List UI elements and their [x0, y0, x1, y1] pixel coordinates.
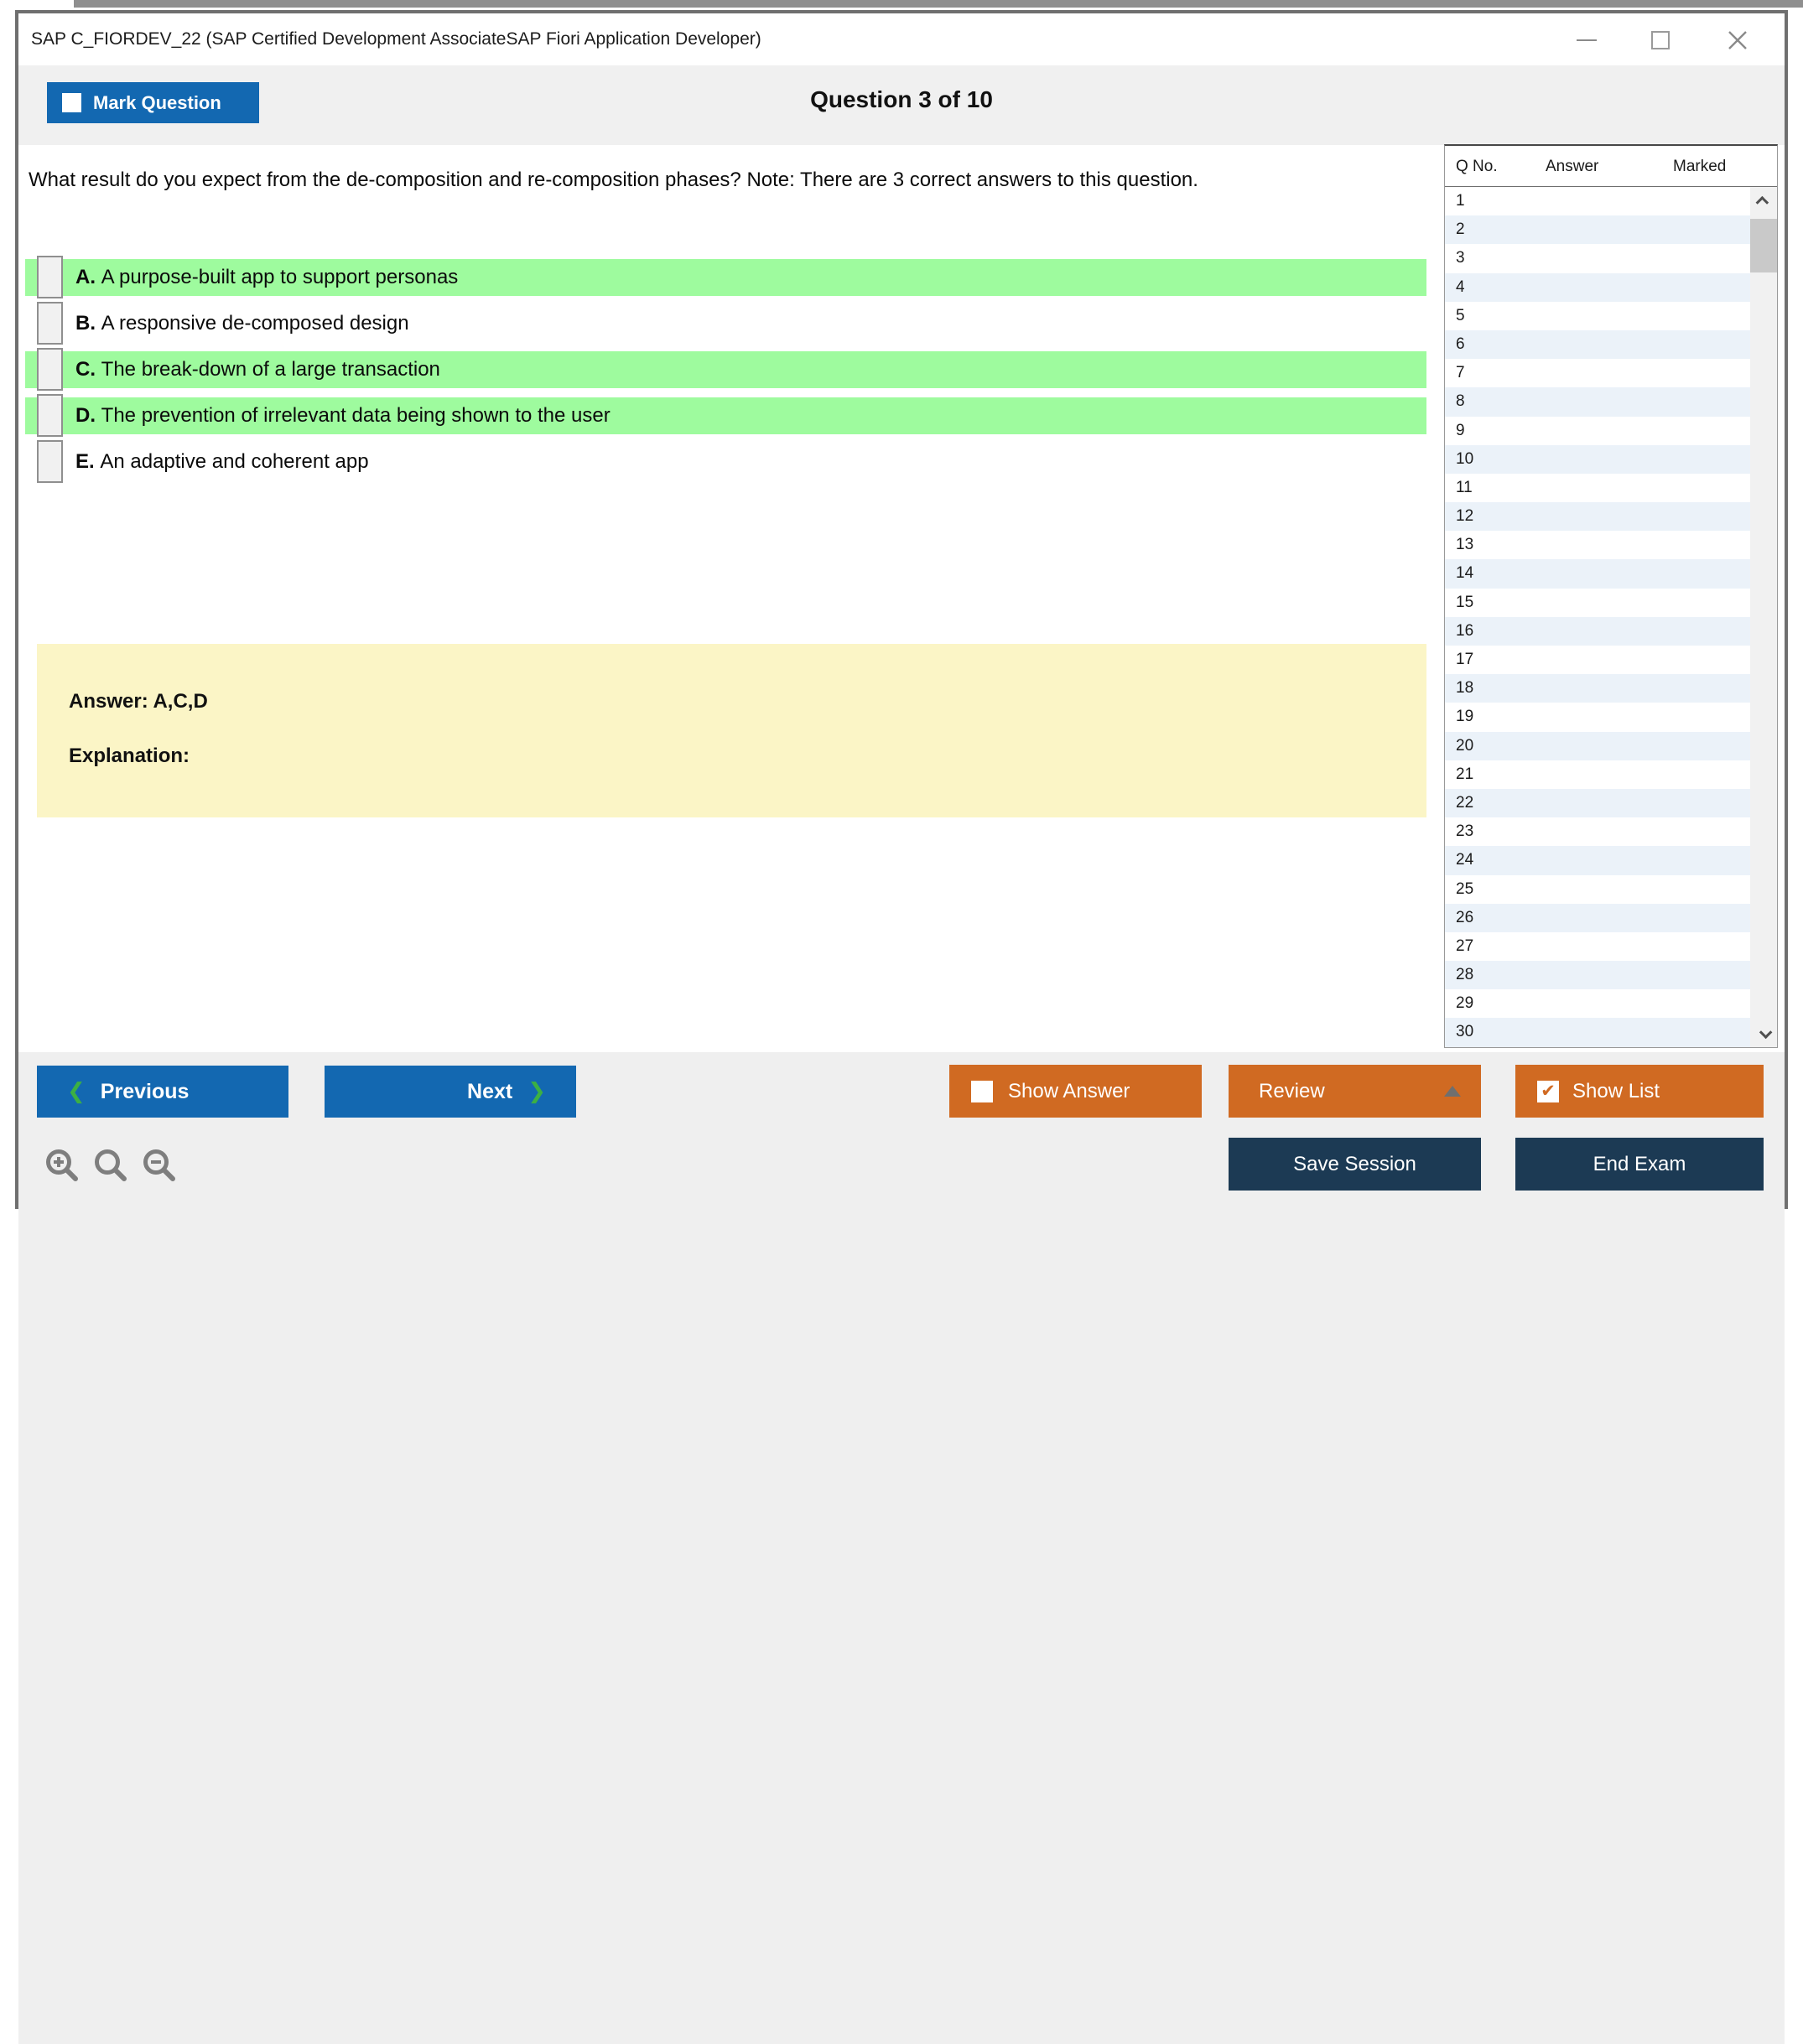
save-session-label: Save Session [1293, 1152, 1416, 1175]
show-answer-checkbox-icon[interactable] [971, 1080, 993, 1102]
scroll-up-button[interactable] [1750, 187, 1777, 214]
question-list-row[interactable]: 28 [1445, 961, 1750, 990]
question-text: What result do you expect from the de-co… [29, 169, 1198, 191]
question-list-row[interactable]: 16 [1445, 616, 1750, 646]
question-list-row[interactable]: 3 [1445, 244, 1750, 273]
window-title: SAP C_FIORDEV_22 (SAP Certified Developm… [31, 29, 761, 49]
answer-label: Answer: A,C,D [69, 690, 208, 713]
show-list-checkbox-icon[interactable]: ✔ [1537, 1080, 1559, 1102]
question-list-row[interactable]: 22 [1445, 788, 1750, 818]
question-list-header: Q No. Answer Marked [1445, 146, 1777, 187]
close-icon [1728, 31, 1747, 49]
question-list-row[interactable]: 10 [1445, 444, 1750, 474]
question-list-row[interactable]: 1 [1445, 187, 1750, 216]
previous-button[interactable]: ❮ Previous [37, 1066, 288, 1118]
question-list-row[interactable]: 23 [1445, 817, 1750, 847]
option-a[interactable]: A. A purpose-built app to support person… [25, 256, 1426, 298]
question-list-rows: 1 2 3 4 5 6 7 8 9 10 11 12 13 14 15 16 17 18 19 20 21 22 23 24 2… [1445, 187, 1750, 1047]
chevron-up-icon [1755, 195, 1769, 209]
question-list-row[interactable]: 12 [1445, 502, 1750, 532]
chevron-left-icon: ❮ [67, 1079, 86, 1104]
review-label: Review [1259, 1079, 1325, 1102]
option-checkbox[interactable] [37, 256, 63, 298]
show-list-label: Show List [1572, 1079, 1660, 1102]
minimize-icon [1577, 39, 1597, 41]
question-list-row[interactable]: 27 [1445, 931, 1750, 962]
question-list-row[interactable]: 5 [1445, 301, 1750, 330]
app-window: SAP C_FIORDEV_22 (SAP Certified Developm… [15, 10, 1788, 2044]
option-checkbox[interactable] [37, 440, 63, 483]
question-list-row[interactable]: 25 [1445, 874, 1750, 904]
close-button[interactable] [1721, 23, 1754, 57]
question-list-row[interactable]: 24 [1445, 846, 1750, 875]
next-button[interactable]: Next ❯ [325, 1066, 576, 1118]
zoom-toolbar [44, 1147, 179, 1185]
column-header-answer: Answer [1546, 158, 1599, 175]
question-list-row[interactable]: 29 [1445, 989, 1750, 1019]
question-list-row[interactable]: 26 [1445, 903, 1750, 932]
question-list-scrollbar[interactable] [1750, 187, 1777, 1047]
question-list-row[interactable]: 7 [1445, 359, 1750, 388]
option-text: A. A purpose-built app to support person… [75, 266, 459, 288]
chevron-down-icon [1759, 1025, 1772, 1039]
question-list-row[interactable]: 2 [1445, 215, 1750, 245]
question-list-row[interactable]: 6 [1445, 329, 1750, 360]
footer-strip [18, 1052, 1785, 2044]
option-text: D. The prevention of irrelevant data bei… [75, 404, 611, 427]
end-exam-label: End Exam [1593, 1152, 1686, 1175]
option-text: C. The break-down of a large transaction [75, 358, 440, 381]
zoom-out-button[interactable] [141, 1147, 179, 1185]
option-checkbox[interactable] [37, 394, 63, 437]
column-header-qno: Q No. [1456, 158, 1498, 175]
option-d[interactable]: D. The prevention of irrelevant data bei… [25, 394, 1426, 437]
explanation-label: Explanation: [69, 744, 190, 767]
option-checkbox[interactable] [37, 302, 63, 345]
option-b[interactable]: B. A responsive de-composed design [25, 302, 1426, 345]
title-bar: SAP C_FIORDEV_22 (SAP Certified Developm… [18, 13, 1785, 65]
caret-up-icon [1444, 1086, 1461, 1097]
column-header-marked: Marked [1673, 158, 1727, 175]
option-checkbox[interactable] [37, 348, 63, 391]
minimize-button[interactable] [1570, 23, 1603, 57]
zoom-in-button[interactable] [44, 1147, 82, 1185]
scroll-down-button[interactable] [1750, 1020, 1777, 1047]
question-list-row[interactable]: 19 [1445, 703, 1750, 732]
question-list-row[interactable]: 15 [1445, 588, 1750, 617]
question-list-row[interactable]: 30 [1445, 1018, 1750, 1047]
option-c[interactable]: C. The break-down of a large transaction [25, 348, 1426, 391]
review-button[interactable]: Review [1229, 1065, 1481, 1118]
check-icon: ✔ [1541, 1081, 1556, 1101]
question-list-row[interactable]: 11 [1445, 473, 1750, 503]
options-list: A. A purpose-built app to support person… [25, 256, 1426, 490]
question-list-row[interactable]: 17 [1445, 646, 1750, 675]
show-answer-label: Show Answer [1008, 1079, 1130, 1102]
option-text: E. An adaptive and coherent app [75, 450, 369, 473]
question-list-row[interactable]: 13 [1445, 531, 1750, 560]
chevron-right-icon: ❯ [527, 1079, 546, 1104]
scrollbar-thumb[interactable] [1750, 219, 1777, 272]
question-list-row[interactable]: 21 [1445, 760, 1750, 789]
zoom-reset-button[interactable] [92, 1147, 131, 1185]
question-list-row[interactable]: 8 [1445, 387, 1750, 417]
question-list-row[interactable]: 9 [1445, 416, 1750, 445]
option-e[interactable]: E. An adaptive and coherent app [25, 440, 1426, 483]
question-list-row[interactable]: 18 [1445, 674, 1750, 703]
question-list-row[interactable]: 14 [1445, 559, 1750, 589]
option-text: B. A responsive de-composed design [75, 312, 409, 335]
previous-label: Previous [100, 1079, 190, 1103]
show-answer-button[interactable]: Show Answer [949, 1065, 1202, 1118]
maximize-button[interactable] [1644, 23, 1677, 57]
question-list-panel: Q No. Answer Marked 1 2 3 4 5 6 7 8 9 10 11 12 13 14 1… [1444, 144, 1778, 1048]
question-list-row[interactable]: 4 [1445, 272, 1750, 302]
save-session-button[interactable]: Save Session [1229, 1138, 1481, 1191]
end-exam-button[interactable]: End Exam [1515, 1138, 1764, 1191]
answer-explanation-box: Answer: A,C,D Explanation: [37, 644, 1426, 817]
question-counter: Question 3 of 10 [810, 86, 993, 112]
background-window-edge [74, 0, 1803, 8]
next-label: Next [467, 1079, 513, 1103]
show-list-button[interactable]: ✔ Show List [1515, 1065, 1764, 1118]
maximize-icon [1651, 31, 1670, 49]
question-list-row[interactable]: 20 [1445, 731, 1750, 760]
